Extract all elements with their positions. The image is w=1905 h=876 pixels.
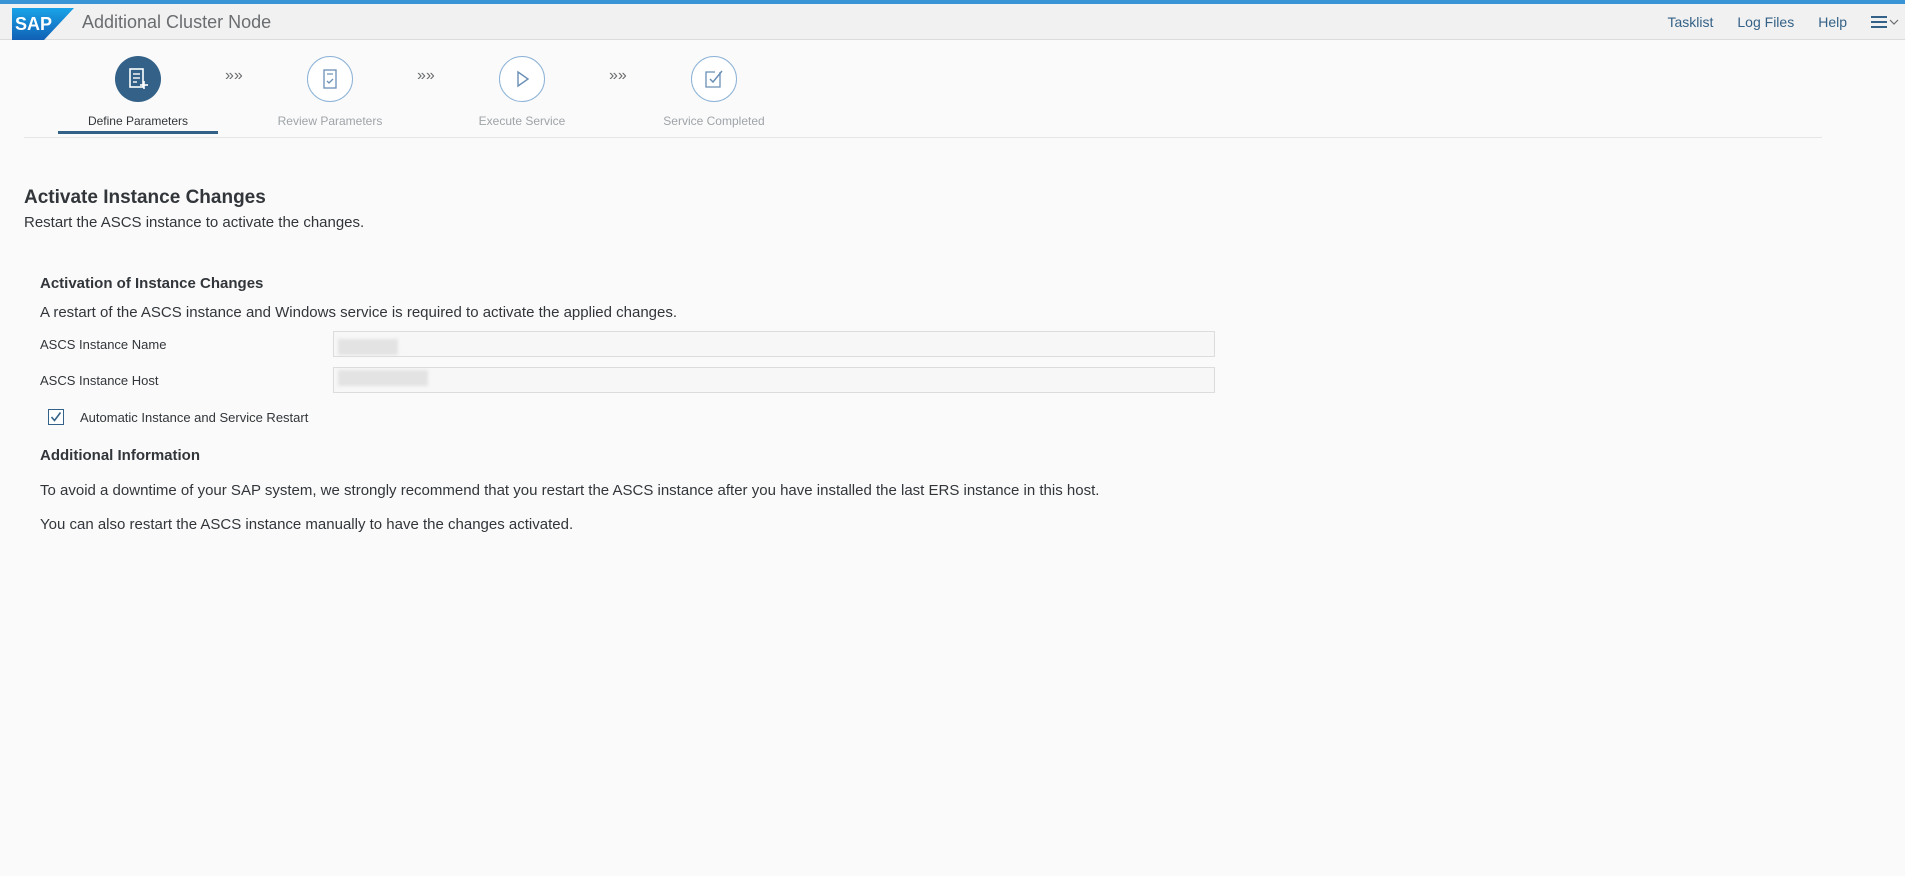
redacted-value [338, 370, 428, 386]
active-step-indicator [58, 131, 218, 134]
form-edit-icon [129, 68, 148, 89]
step-label: Define Parameters [87, 114, 189, 128]
ascs-instance-name-field[interactable] [333, 331, 1215, 357]
page-subtitle: Restart the ASCS instance to activate th… [24, 214, 365, 231]
auto-restart-checkbox[interactable] [48, 409, 64, 425]
step-separator-icon: »» [225, 67, 243, 84]
section-title-activation: Activation of Instance Changes [40, 275, 264, 292]
chevron-down-icon [1889, 19, 1899, 25]
step-separator-icon: »» [609, 67, 627, 84]
step-circle-inactive [499, 56, 545, 102]
additional-info-line-2: You can also restart the ASCS instance m… [40, 516, 574, 533]
checkmark-icon [50, 412, 62, 422]
help-link[interactable]: Help [1818, 14, 1847, 30]
sap-logo: SAP [12, 8, 74, 40]
tasklist-link[interactable]: Tasklist [1667, 14, 1713, 30]
svg-text:SAP: SAP [15, 14, 52, 34]
step-circle-active [115, 56, 161, 102]
log-files-link[interactable]: Log Files [1737, 14, 1794, 30]
activation-description: A restart of the ASCS instance and Windo… [40, 304, 678, 321]
additional-info-line-1: To avoid a downtime of your SAP system, … [40, 482, 1100, 499]
auto-restart-label[interactable]: Automatic Instance and Service Restart [80, 410, 308, 425]
step-label: Service Completed [663, 114, 765, 128]
wizard-step-execute-service[interactable]: Execute Service [442, 56, 602, 128]
menu-button[interactable] [1871, 15, 1899, 29]
document-check-icon [323, 69, 337, 89]
wizard-step-review-parameters[interactable]: Review Parameters [250, 56, 410, 128]
step-label: Review Parameters [277, 114, 383, 128]
section-title-additional-info: Additional Information [40, 447, 200, 464]
shell-bar: SAP Additional Cluster Node Tasklist Log… [0, 4, 1905, 40]
wizard-step-define-parameters[interactable]: Define Parameters [58, 56, 218, 128]
ascs-instance-host-label: ASCS Instance Host [40, 373, 159, 388]
wizard-progress: Define Parameters »» Review Parameters »… [24, 40, 1822, 138]
redacted-value [338, 339, 398, 355]
step-circle-inactive [691, 56, 737, 102]
ascs-instance-host-field[interactable] [333, 367, 1215, 393]
step-separator-icon: »» [417, 67, 435, 84]
app-title: Additional Cluster Node [82, 12, 272, 32]
hamburger-menu-icon [1871, 16, 1887, 28]
ascs-instance-name-label: ASCS Instance Name [40, 337, 167, 352]
page-title: Activate Instance Changes [24, 187, 266, 208]
shell-actions: Tasklist Log Files Help [1667, 4, 1905, 40]
wizard-step-service-completed[interactable]: Service Completed [634, 56, 794, 128]
step-circle-inactive [307, 56, 353, 102]
play-icon [517, 70, 530, 88]
checkbox-check-icon [705, 70, 723, 88]
step-label: Execute Service [478, 114, 566, 128]
